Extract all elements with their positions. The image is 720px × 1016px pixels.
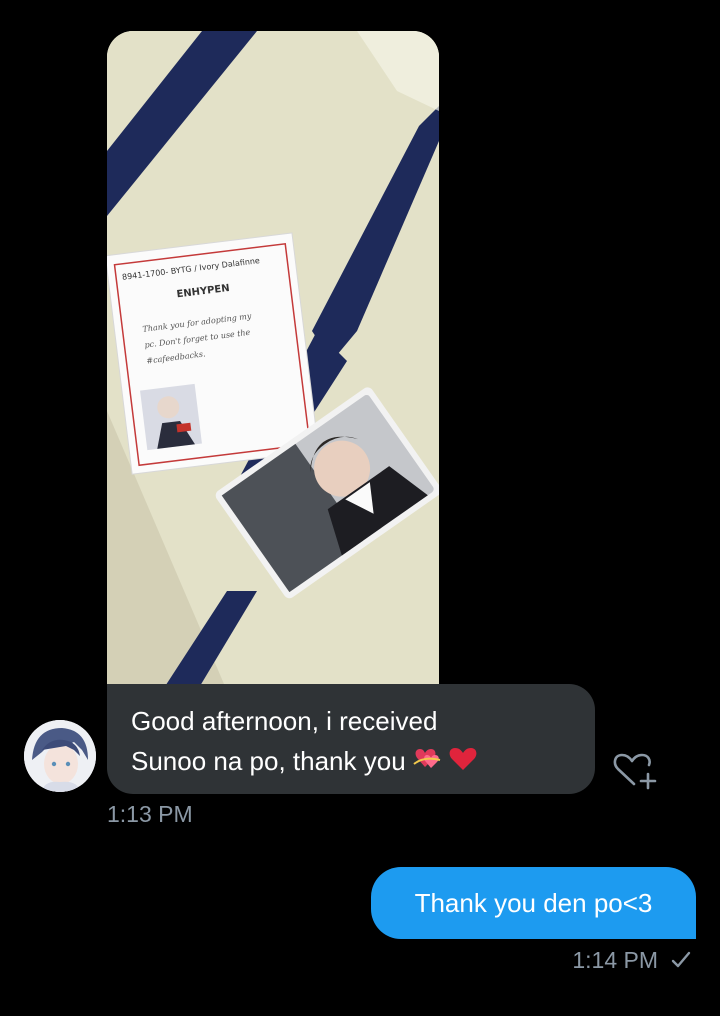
received-timestamp: 1:13 PM	[107, 801, 193, 827]
avatar[interactable]	[24, 720, 96, 792]
received-message-line-2-wrap: Sunoo na po, thank you	[131, 741, 571, 783]
sent-message-bubble[interactable]: Thank you den po<3	[371, 867, 696, 939]
red-heart-emoji	[448, 743, 478, 783]
sent-message-text: Thank you den po<3	[414, 888, 653, 918]
hearts-emoji	[412, 743, 442, 783]
avatar-image	[24, 720, 96, 792]
checkmark-icon	[671, 951, 691, 968]
heart-plus-icon	[613, 753, 657, 790]
received-message-bubble[interactable]: Good afternoon, i received Sunoo na po, …	[107, 684, 595, 794]
received-message-line-1: Good afternoon, i received	[131, 706, 438, 736]
sent-status: 1:14 PM	[572, 946, 692, 974]
received-message-line-2: Sunoo na po, thank you	[131, 746, 406, 776]
like-button[interactable]	[610, 746, 662, 794]
sent-timestamp: 1:14 PM	[572, 946, 658, 973]
photo-image: 8941-1700- BYTG / Ivory Dalafinne ENHYPE…	[107, 31, 439, 691]
received-photo[interactable]: 8941-1700- BYTG / Ivory Dalafinne ENHYPE…	[107, 31, 439, 691]
